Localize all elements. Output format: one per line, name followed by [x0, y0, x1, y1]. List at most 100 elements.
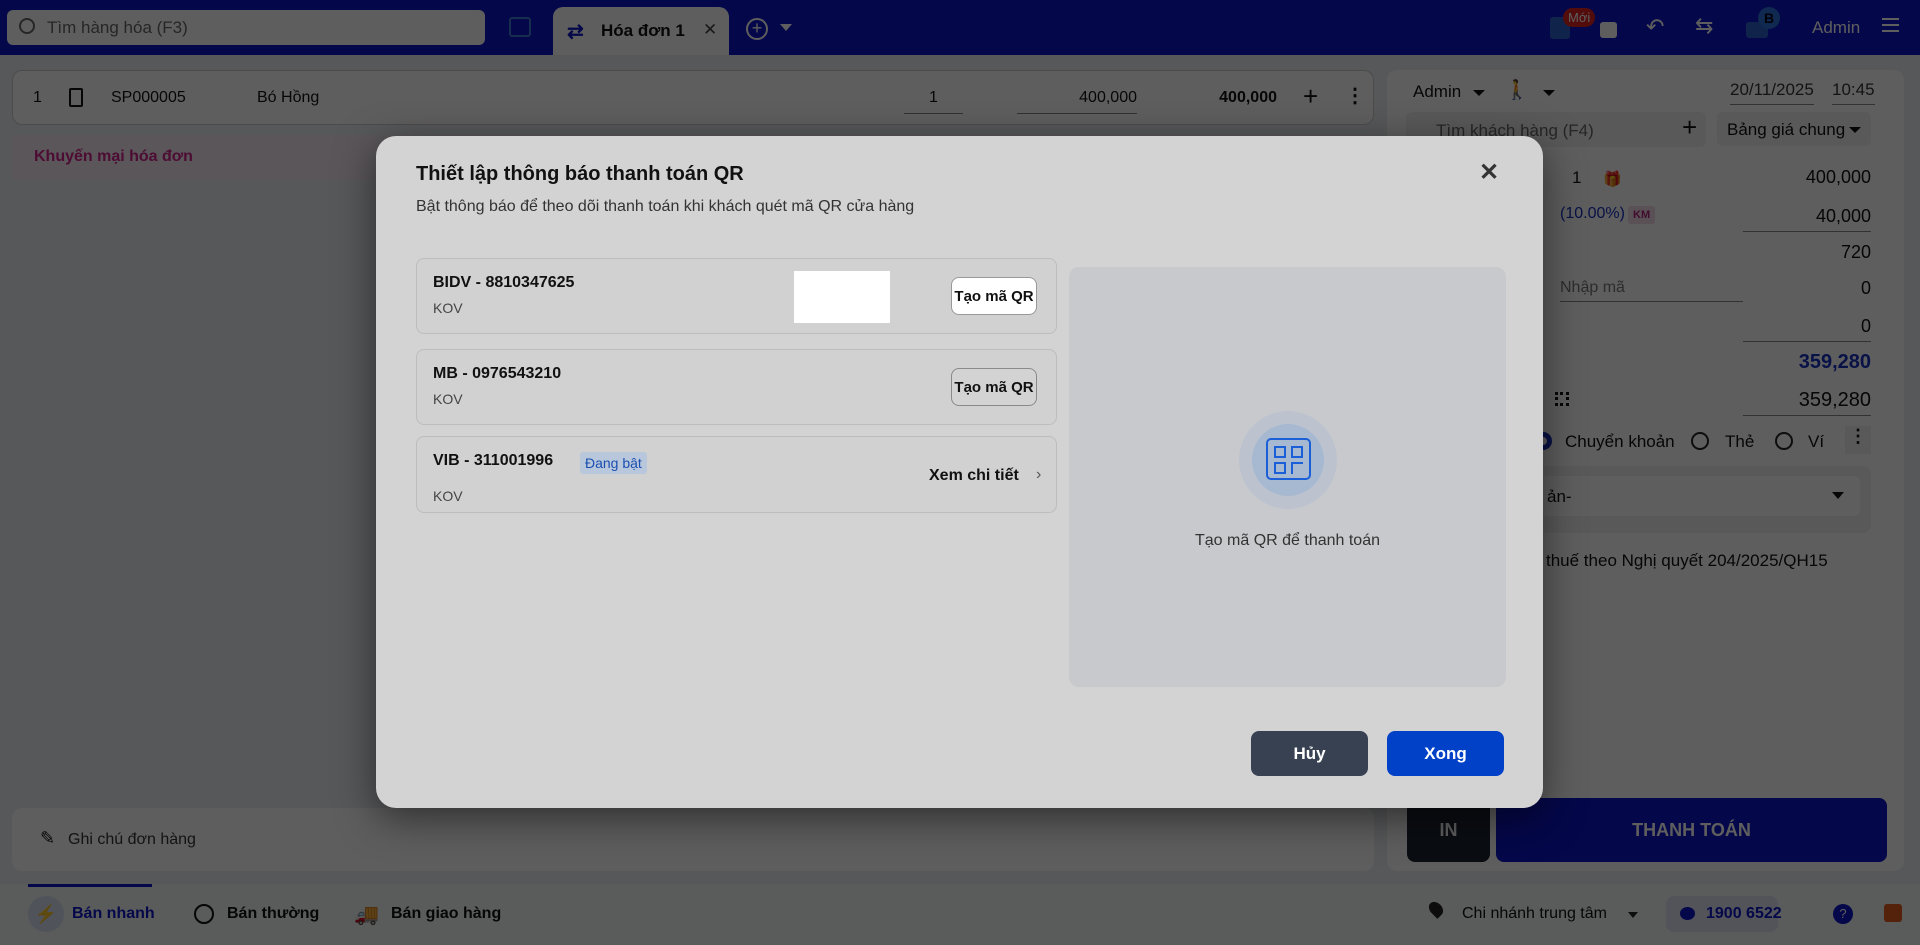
barcode-icon[interactable] — [509, 17, 531, 37]
coupon-value: 0 — [1860, 278, 1871, 298]
qr-code-icon — [1266, 438, 1311, 480]
note-label: Ghi chú đơn hàng — [68, 831, 196, 848]
chevron-down-icon — [1543, 90, 1555, 102]
location-pin-icon — [1426, 899, 1446, 919]
create-qr-button[interactable]: Tạo mã QR — [951, 368, 1037, 406]
tab-menu-chevron-icon[interactable] — [780, 24, 792, 37]
bank-name: MB - 0976543210 — [433, 365, 562, 382]
tab-label: Bán thường — [227, 905, 320, 922]
add-tab-icon[interactable]: + — [746, 18, 768, 40]
tab-invoice-1[interactable]: ⇄ Hóa đơn 1 ✕ — [553, 7, 729, 55]
chevron-down-icon — [1628, 912, 1638, 923]
cancel-button[interactable]: Hủy — [1251, 731, 1368, 776]
hamburger-icon[interactable] — [1882, 18, 1899, 32]
create-qr-button[interactable]: Tạo mã QR — [951, 277, 1037, 315]
lightning-icon: ⚡ — [28, 896, 64, 932]
user-menu[interactable]: Admin — [1812, 18, 1860, 38]
method-wallet[interactable]: Ví — [1808, 432, 1824, 452]
discount-percent: (10.00%) — [1560, 205, 1625, 222]
dialog-subtitle: Bật thông báo để theo dõi thanh toán khi… — [416, 198, 915, 215]
item-count: 1 — [1572, 168, 1582, 187]
subtotal-value: 400,000 — [1805, 167, 1871, 187]
km-badge: KM — [1628, 206, 1656, 224]
active-tab-indicator — [28, 884, 152, 887]
price-input[interactable]: 400,000 — [1017, 89, 1137, 114]
row-index: 1 — [33, 89, 42, 106]
product-name: Bó Hồng — [257, 89, 320, 106]
tab-label: Bán giao hàng — [391, 905, 502, 922]
discount-input[interactable]: 40,000 — [1743, 206, 1871, 232]
line-total: 400,000 — [1219, 89, 1277, 106]
chevron-right-icon: › — [1036, 466, 1042, 483]
account-owner: KOV — [433, 391, 463, 407]
bank-account-item[interactable]: VIB - 311001996 Đang bật KOV Xem chi tiế… — [416, 436, 1057, 513]
done-button[interactable]: Xong — [1387, 731, 1504, 776]
gift-icon[interactable]: 🎁 — [1603, 170, 1622, 188]
clock-icon — [194, 904, 214, 924]
qr-payment-notification-dialog: Thiết lập thông báo thanh toán QR Bật th… — [376, 136, 1543, 808]
hotline-button[interactable]: 1900 6522 — [1666, 896, 1782, 932]
chevron-down-icon — [1473, 90, 1485, 102]
help-icon[interactable]: ? — [1833, 904, 1853, 924]
account-owner: KOV — [433, 300, 463, 316]
walk-icon[interactable]: 🚶 — [1505, 78, 1529, 102]
order-note[interactable]: ✎ Ghi chú đơn hàng — [12, 808, 1374, 871]
account-select-text: ản- — [1547, 487, 1572, 506]
time-field[interactable]: 10:45 — [1832, 80, 1875, 105]
chat-bubble-icon — [1680, 907, 1695, 920]
product-search-input[interactable]: Tìm hàng hóa (F3) — [7, 10, 485, 45]
bank-name: VIB - 311001996 — [433, 452, 554, 469]
bag-icon[interactable] — [1600, 22, 1617, 38]
staff-select[interactable]: Admin — [1413, 82, 1461, 102]
dialog-title: Thiết lập thông báo thanh toán QR — [416, 163, 744, 185]
branch-select[interactable]: Chi nhánh trung tâm — [1462, 905, 1607, 923]
account-owner: KOV — [433, 488, 463, 504]
price-list-select[interactable]: Bảng giá chung — [1717, 112, 1871, 146]
radio-card[interactable] — [1691, 432, 1709, 450]
search-placeholder: Tìm hàng hóa (F3) — [47, 18, 188, 37]
feedback-icon[interactable] — [1884, 904, 1902, 922]
paid-input[interactable]: 359,280 — [1743, 389, 1871, 416]
bank-account-item: MB - 0976543210 KOV Tạo mã QR — [416, 349, 1057, 425]
sync-icon[interactable]: ⇆ — [1695, 13, 1713, 39]
undo-icon[interactable]: ↶ — [1646, 14, 1664, 40]
trash-icon[interactable] — [69, 88, 83, 107]
bank-name: BIDV - 8810347625 — [433, 274, 575, 291]
new-badge: Mới — [1563, 8, 1596, 27]
bottom-bar: ⚡ Bán nhanh Bán thường 🚚 Bán giao hàng C… — [0, 884, 1920, 945]
quantity-input[interactable]: 1 — [904, 89, 963, 114]
product-code: SP000005 — [111, 89, 186, 106]
top-bar: Tìm hàng hóa (F3) ⇄ Hóa đơn 1 ✕ + Mới ↶ … — [0, 0, 1920, 55]
truck-icon: 🚚 — [354, 904, 379, 926]
checkout-button[interactable]: THANH TOÁN — [1496, 798, 1887, 862]
tab-label: Bán nhanh — [72, 905, 155, 922]
qr-hint: Tạo mã QR để thanh toán — [1195, 532, 1380, 549]
more-methods-icon[interactable]: ⋮ — [1845, 426, 1871, 454]
price-list-label: Bảng giá chung — [1727, 120, 1846, 139]
swap-icon: ⇄ — [567, 21, 584, 43]
pencil-icon: ✎ — [40, 828, 56, 848]
enabled-badge: Đang bật — [580, 452, 647, 474]
close-icon[interactable]: ✕ — [1479, 158, 1499, 187]
chevron-down-icon — [1832, 492, 1844, 505]
qr-icon[interactable] — [1555, 392, 1569, 406]
qr-preview-panel: Tạo mã QR để thanh toán — [1069, 267, 1506, 687]
more-icon[interactable]: ⋮ — [1345, 83, 1365, 108]
add-icon[interactable]: + — [1303, 81, 1318, 112]
highlight-box — [794, 271, 890, 323]
date-field[interactable]: 20/11/2025 — [1730, 80, 1814, 105]
close-tab-icon[interactable]: ✕ — [703, 20, 717, 40]
tax-note: thuế theo Nghị quyết 204/2025/QH15 — [1546, 551, 1828, 570]
method-card[interactable]: Thẻ — [1725, 432, 1754, 452]
add-customer-icon[interactable]: + — [1682, 112, 1697, 143]
cart-row[interactable]: 1 SP000005 Bó Hồng 1 400,000 400,000 + ⋮ — [12, 70, 1374, 125]
method-transfer[interactable]: Chuyển khoản — [1565, 432, 1675, 452]
radio-wallet[interactable] — [1775, 432, 1793, 450]
other-fee-input[interactable]: 0 — [1743, 316, 1871, 342]
chevron-down-icon — [1849, 127, 1861, 139]
search-icon — [19, 18, 35, 34]
coupon-input[interactable]: Nhập mã — [1560, 279, 1743, 302]
bank-account-item: BIDV - 8810347625 KOV Tạo mã QR — [416, 258, 1057, 334]
view-details-link[interactable]: Xem chi tiết — [929, 467, 1019, 485]
tab-label: Hóa đơn 1 — [601, 21, 685, 40]
